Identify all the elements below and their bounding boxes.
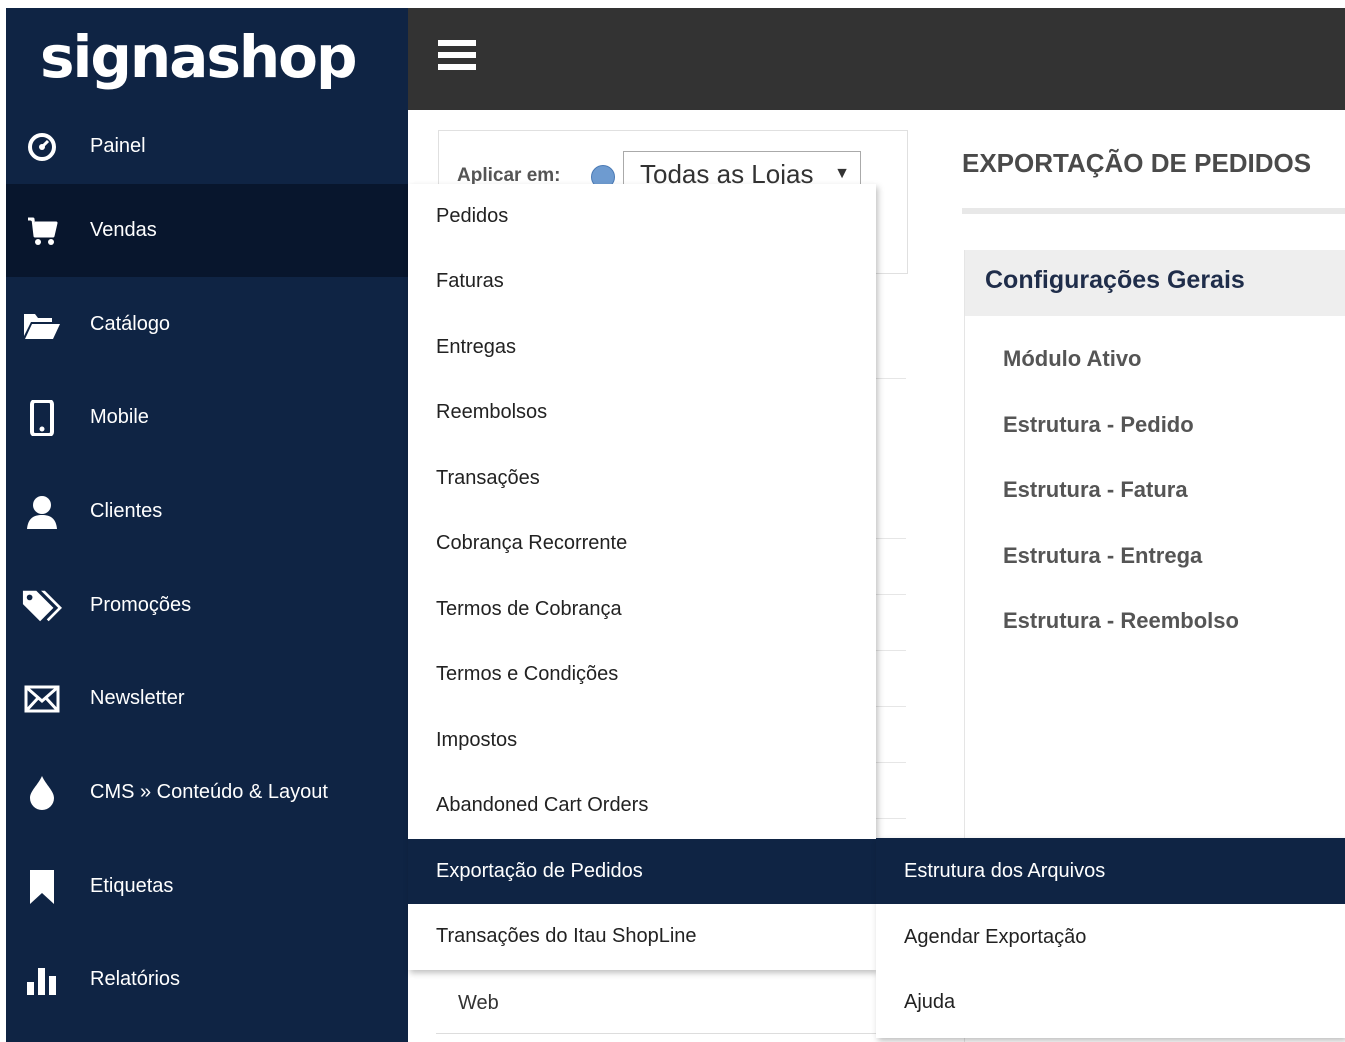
bar-chart-icon	[22, 960, 62, 1000]
vendas-submenu: Pedidos Faturas Entregas Reembolsos Tran…	[408, 184, 876, 970]
submenu-item-faturas[interactable]: Faturas	[408, 249, 876, 314]
flyout-item-ajuda[interactable]: Ajuda	[876, 969, 1345, 1035]
panel-title: Configurações Gerais	[985, 266, 1245, 294]
submenu-item-impostos[interactable]: Impostos	[408, 708, 876, 773]
sidebar-item-relatorios[interactable]: Relatórios	[6, 933, 408, 1026]
cart-icon	[22, 211, 62, 251]
flyout-item-agendar-exportacao[interactable]: Agendar Exportação	[876, 904, 1345, 970]
flyout-item-estrutura-arquivos[interactable]: Estrutura dos Arquivos	[876, 838, 1345, 904]
sidebar: signashop Painel Vendas Catálogo Mobile …	[6, 8, 408, 1042]
sidebar-item-promocoes[interactable]: Promoções	[6, 559, 408, 652]
sidebar-item-painel[interactable]: Painel	[6, 100, 408, 193]
mobile-icon	[22, 398, 62, 438]
submenu-item-itau-shopline[interactable]: Transações do Itau ShopLine	[408, 904, 876, 969]
sidebar-item-clientes[interactable]: Clientes	[6, 465, 408, 558]
hamburger-menu-icon[interactable]	[438, 40, 476, 74]
sidebar-item-vendas[interactable]: Vendas	[6, 184, 408, 277]
sidebar-item-label: Vendas	[90, 219, 157, 241]
exportacao-flyout-menu: Estrutura dos Arquivos Agendar Exportaçã…	[876, 838, 1345, 1038]
sidebar-item-mobile[interactable]: Mobile	[6, 371, 408, 464]
sidebar-item-label: Relatórios	[90, 968, 181, 990]
folder-icon	[22, 305, 62, 345]
submenu-item-entregas[interactable]: Entregas	[408, 315, 876, 380]
sidebar-item-label: CMS » Conteúdo & Layout	[90, 781, 328, 803]
submenu-item-reembolsos[interactable]: Reembolsos	[408, 380, 876, 445]
panel-header[interactable]: Configurações Gerais	[965, 250, 1345, 316]
field-label: Estrutura - Reembolso	[1003, 608, 1239, 633]
submenu-item-exportacao-pedidos[interactable]: Exportação de Pedidos	[408, 839, 876, 904]
user-icon	[22, 492, 62, 532]
field-label: Estrutura - Entrega	[1003, 543, 1203, 568]
sidebar-item-cms[interactable]: CMS » Conteúdo & Layout	[6, 746, 408, 839]
sidebar-item-catalogo[interactable]: Catálogo	[6, 278, 408, 371]
sidebar-item-label: Promoções	[90, 594, 192, 616]
page-title: EXPORTAÇÃO DE PEDIDOS	[962, 148, 1312, 178]
sidebar-item-label: Painel	[90, 135, 146, 157]
field-label: Módulo Ativo	[1003, 346, 1142, 371]
sidebar-item-label: Catálogo	[90, 313, 171, 335]
drop-icon	[22, 773, 62, 813]
sidebar-item-etiquetas[interactable]: Etiquetas	[6, 840, 408, 933]
envelope-icon	[22, 679, 62, 719]
submenu-item-transacoes[interactable]: Transações	[408, 446, 876, 511]
sidebar-item-label: Clientes	[90, 500, 163, 522]
submenu-item-abandoned-cart[interactable]: Abandoned Cart Orders	[408, 773, 876, 838]
sidebar-item-label: Mobile	[90, 406, 149, 428]
bookmark-icon	[22, 867, 62, 907]
sidebar-item-label: Etiquetas	[90, 875, 174, 897]
dashboard-icon	[22, 127, 62, 167]
submenu-item-cobranca-recorrente[interactable]: Cobrança Recorrente	[408, 511, 876, 576]
brand-logo[interactable]: signashop	[6, 8, 408, 106]
divider	[962, 208, 1345, 214]
top-bar	[408, 8, 1345, 110]
submenu-item-termos-condicoes[interactable]: Termos e Condições	[408, 642, 876, 707]
submenu-item-termos-cobranca[interactable]: Termos de Cobrança	[408, 577, 876, 642]
tags-icon	[22, 586, 62, 626]
sidebar-item-label: Newsletter	[90, 687, 185, 709]
field-label: Estrutura - Fatura	[1003, 477, 1188, 502]
field-label: Estrutura - Pedido	[1003, 412, 1194, 437]
store-row-web[interactable]: Web	[436, 974, 876, 1034]
sidebar-item-newsletter[interactable]: Newsletter	[6, 652, 408, 745]
store-row-label: Web	[458, 992, 499, 1014]
submenu-item-pedidos[interactable]: Pedidos	[408, 184, 876, 249]
